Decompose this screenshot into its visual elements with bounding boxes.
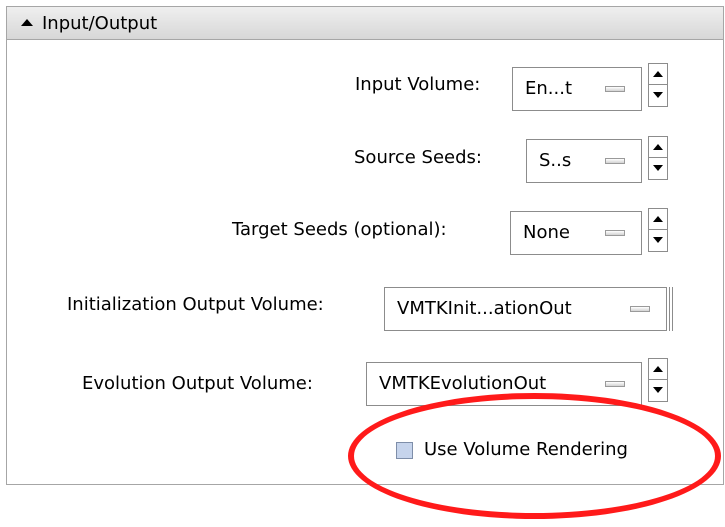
dropdown-handle-icon [605,86,625,92]
evolution-output-value: VMTKEvolutionOut [379,373,547,394]
target-seeds-select[interactable]: None [510,211,642,255]
init-output-label: Initialization Output Volume: [67,294,324,315]
init-output-spinner[interactable] [669,287,673,331]
spin-up-icon[interactable] [649,359,667,380]
source-seeds-label: Source Seeds: [354,147,482,168]
panel-header[interactable]: Input/Output [7,7,723,40]
dropdown-handle-icon [630,306,650,312]
spin-down-icon[interactable] [649,158,667,179]
input-volume-spinner[interactable] [648,63,668,107]
target-seeds-value: None [523,222,570,243]
input-volume-label: Input Volume: [355,74,481,95]
spin-up-icon[interactable] [649,209,667,230]
spin-down-icon[interactable] [649,85,667,106]
input-volume-select[interactable]: En...t [512,67,642,111]
spin-up-icon[interactable] [649,64,667,85]
dropdown-handle-icon [605,230,625,236]
source-seeds-value: S..s [539,150,572,171]
collapse-triangle-icon[interactable] [21,19,33,26]
use-volume-rendering-checkbox[interactable] [396,442,413,459]
spin-up-icon[interactable] [649,137,667,158]
source-seeds-select[interactable]: S..s [526,139,642,183]
spin-down-icon[interactable] [649,380,667,401]
dropdown-handle-icon [605,381,625,387]
dropdown-handle-icon [605,158,625,164]
init-output-select[interactable]: VMTKInit...ationOut [384,287,667,331]
spin-down-icon[interactable] [649,230,667,251]
target-seeds-label: Target Seeds (optional): [232,219,447,240]
input-volume-value: En...t [525,78,573,99]
target-seeds-spinner[interactable] [648,208,668,252]
evolution-output-select[interactable]: VMTKEvolutionOut [366,362,642,406]
source-seeds-spinner[interactable] [648,136,668,180]
evolution-output-label: Evolution Output Volume: [82,373,313,394]
use-volume-rendering-label[interactable]: Use Volume Rendering [424,439,628,460]
panel-title: Input/Output [42,13,158,34]
init-output-value: VMTKInit...ationOut [397,298,572,319]
evolution-output-spinner[interactable] [648,358,668,402]
